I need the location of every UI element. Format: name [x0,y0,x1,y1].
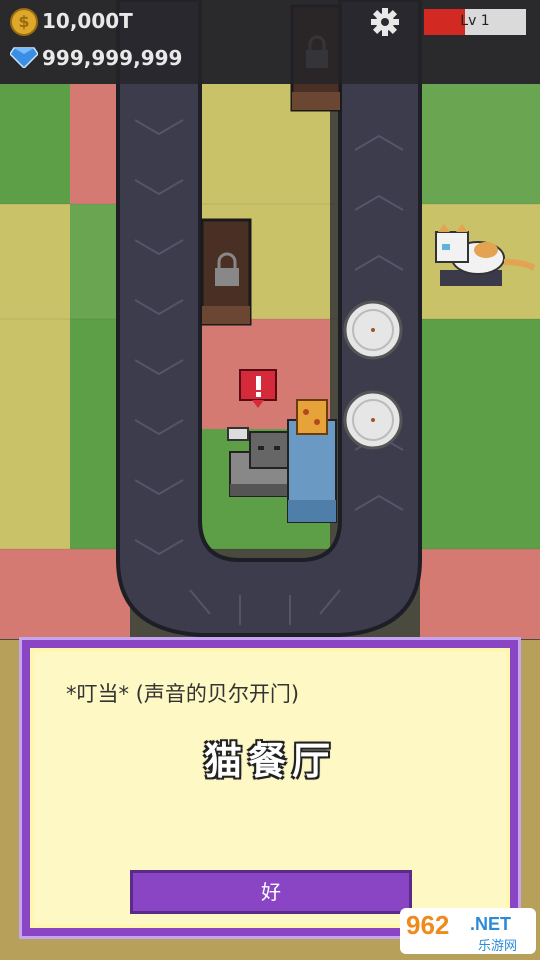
level-label: Lv 1 [460,13,490,29]
plate-icon[interactable] [343,390,403,450]
level-progress-bar: Lv 1 [424,9,526,35]
cooking-counter[interactable] [287,419,337,523]
top-hud: $ 10,000T 999,999,999 Lv 1 [0,0,540,84]
watermark-number: 962 [406,910,450,940]
watermark-suffix: .NET [470,914,512,934]
ok-button[interactable]: 好 [130,870,412,914]
settings-gear-icon[interactable] [370,7,400,37]
gold-amount: 10,000T [42,9,133,33]
coin-icon: $ [10,8,38,36]
dialog-title: 猫餐厅 [203,738,336,783]
welcome-dialog: *叮当* (声音的贝尔开门) 猫餐厅 好 [22,640,518,936]
chef-cat[interactable] [227,427,291,497]
dialog-subtitle: *叮当* (声音的贝尔开门) [66,682,300,706]
gem-amount: 999,999,999 [42,46,183,70]
gem-icon [10,47,38,68]
watermark-site: 乐游网 [478,939,518,954]
pizza-icon [296,399,328,435]
site-watermark: 962 .NET 乐游网 [400,908,536,954]
plate-icon[interactable] [343,300,403,360]
